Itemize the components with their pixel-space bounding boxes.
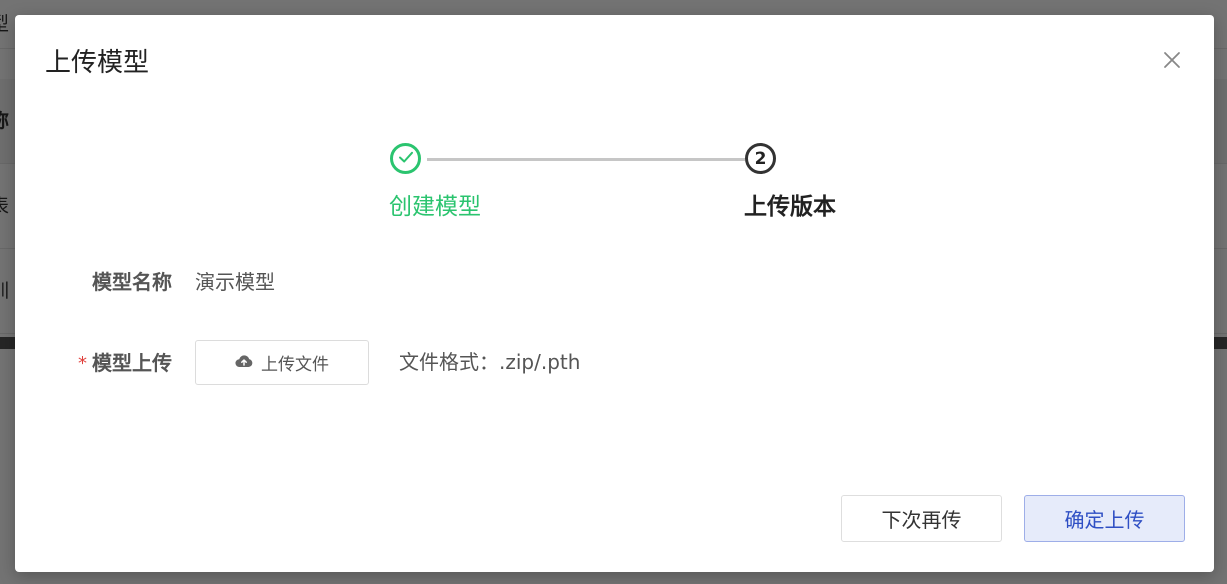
close-icon[interactable]	[1160, 48, 1184, 72]
step-create-model-label: 创建模型	[389, 194, 481, 220]
check-icon	[397, 148, 415, 170]
upload-file-button-label: 上传文件	[261, 355, 329, 375]
dialog-title: 上传模型	[45, 48, 150, 78]
step-upload-version-label: 上传版本	[744, 194, 836, 220]
step-number: 2	[754, 148, 767, 169]
upload-later-button[interactable]: 下次再传	[841, 495, 1002, 542]
upload-model-dialog: 上传模型 创建模型 2 上传版本 模型名称 演示模型 * 模型上传 上传文件 文…	[15, 15, 1214, 572]
required-mark: *	[78, 353, 87, 374]
cloud-upload-icon	[235, 353, 253, 373]
model-name-label: 模型名称	[92, 270, 172, 294]
model-name-value: 演示模型	[195, 270, 275, 294]
file-format-hint: 文件格式：.zip/.pth	[399, 350, 581, 374]
step-upload-version-indicator: 2	[745, 143, 776, 174]
steps-connector-line	[427, 158, 745, 161]
step-create-model-indicator	[390, 143, 421, 174]
model-upload-label: 模型上传	[92, 351, 172, 375]
upload-file-button[interactable]: 上传文件	[195, 340, 369, 385]
confirm-upload-button[interactable]: 确定上传	[1024, 495, 1185, 542]
